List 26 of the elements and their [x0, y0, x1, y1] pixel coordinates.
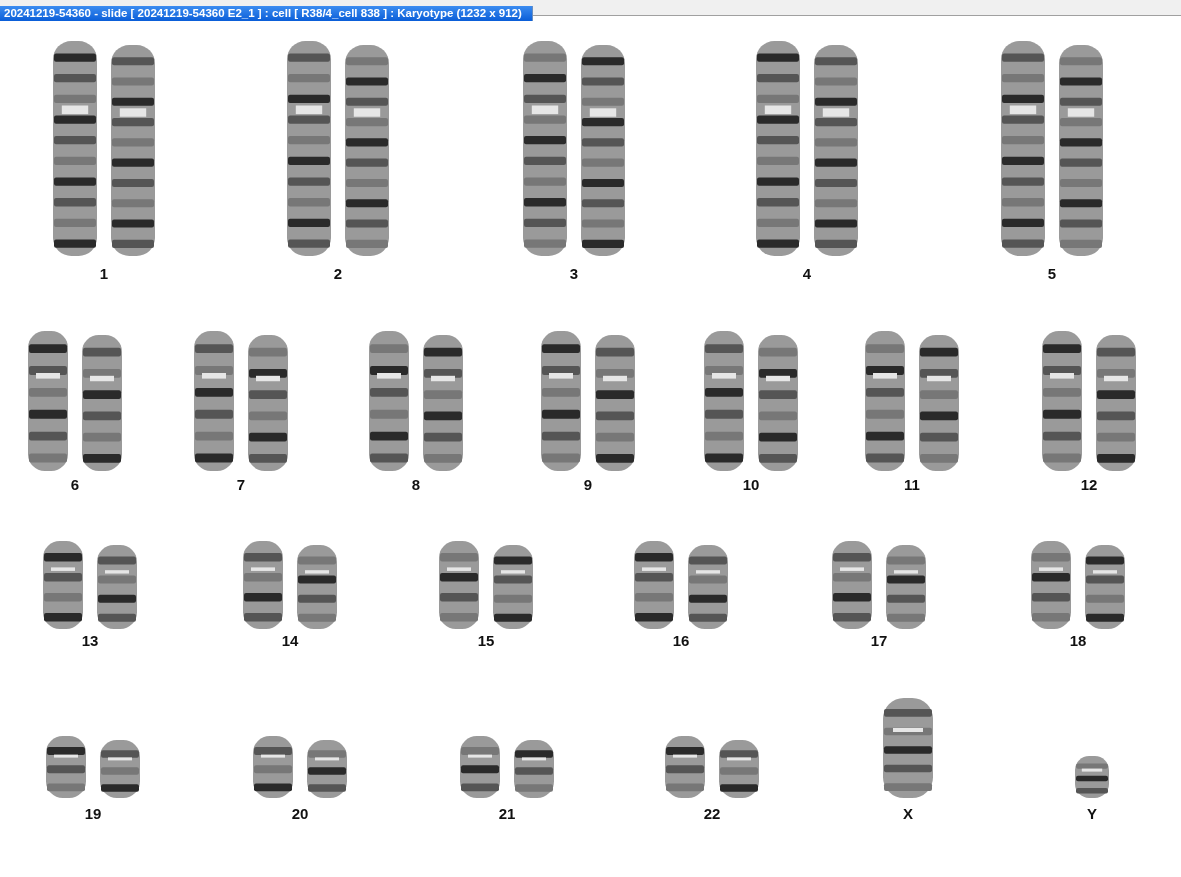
chromosome-label: 18 [1069, 631, 1087, 651]
chromosome-label: 17 [870, 631, 888, 651]
chromosome-label: 4 [802, 264, 812, 284]
chromosome-label: 16 [672, 631, 690, 651]
chromosome-label: 19 [84, 804, 102, 824]
chromosome-label: 14 [281, 631, 299, 651]
chromosome-label: 7 [236, 475, 246, 495]
chromosome-label: 21 [498, 804, 516, 824]
chromosome-label: 20 [291, 804, 309, 824]
chromosome-label: 2 [333, 264, 343, 284]
chromosome-label: 5 [1047, 264, 1057, 284]
chromosome-label: 15 [477, 631, 495, 651]
chromosome-label: 3 [569, 264, 579, 284]
chromosome-label: 6 [70, 475, 80, 495]
chromosome-label: 1 [99, 264, 109, 284]
chromosome-label: 13 [81, 631, 99, 651]
chromosome-label: 10 [742, 475, 760, 495]
chromosome-label: 22 [703, 804, 721, 824]
chromosome-label: 8 [411, 475, 421, 495]
window-title: 20241219-54360 - slide [ 20241219-54360 E2_1 ] : cell [ R38/4_cell 838 ] : Karyotype (1232 x 912) [0, 6, 533, 21]
chromosome-label: X [903, 804, 913, 824]
chromosome-label: 12 [1080, 475, 1098, 495]
chromosome-drawing [1075, 756, 1109, 798]
chromosome-label: 11 [904, 475, 920, 495]
chromosome-label: Y [1087, 804, 1097, 824]
chromosome-label: 9 [583, 475, 593, 495]
